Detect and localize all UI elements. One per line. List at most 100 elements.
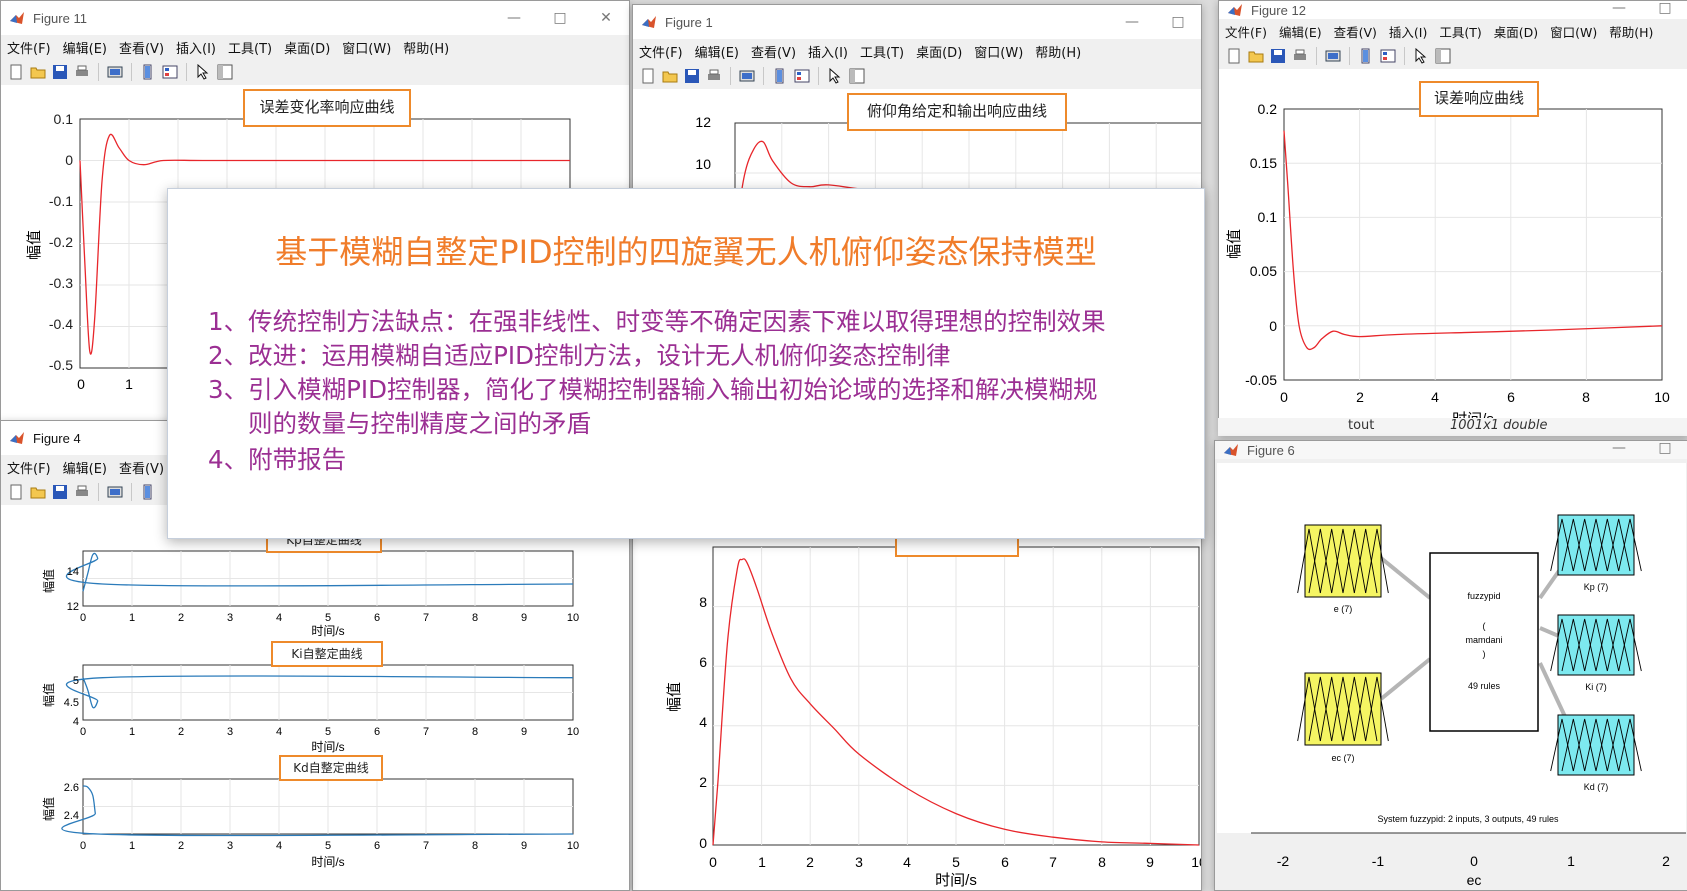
property-editor-icon[interactable] xyxy=(849,68,865,84)
menu-edit[interactable]: 编辑(E) xyxy=(1273,22,1328,41)
menu-desktop[interactable]: 桌面(D) xyxy=(278,38,336,57)
xtick-label: 7 xyxy=(1049,854,1057,870)
link-plot-icon[interactable] xyxy=(107,484,123,500)
menu-help[interactable]: 帮助(H) xyxy=(397,38,455,57)
xtick-label: 0 xyxy=(80,726,86,738)
link-plot-icon[interactable] xyxy=(1325,48,1341,64)
mf-box xyxy=(1557,514,1635,576)
system-summary: System fuzzypid: 2 inputs, 3 outputs, 49… xyxy=(1377,814,1559,824)
colorbar-icon[interactable] xyxy=(1358,48,1374,64)
title-bar[interactable]: Figure 11 — □ ✕ xyxy=(1,1,629,35)
fis-system-block[interactable]: fuzzypid ( mamdani ) 49 rules xyxy=(1429,552,1539,732)
menu-view[interactable]: 查看(V) xyxy=(745,42,802,61)
new-figure-icon[interactable] xyxy=(640,68,656,84)
figure-12-window[interactable]: Figure 12 — □ 文件(F) 编辑(E) 查看(V) 插入(I) 工具(… xyxy=(1218,0,1687,436)
mf-box xyxy=(1557,614,1635,676)
link-plot-icon[interactable] xyxy=(739,68,755,84)
system-paren-close: ) xyxy=(1483,649,1486,659)
title-bar[interactable]: Figure 12 — □ xyxy=(1219,1,1687,19)
ytick-label: 12 xyxy=(67,601,79,613)
menu-view[interactable]: 查看(V) xyxy=(113,38,170,57)
menu-insert[interactable]: 插入(I) xyxy=(170,38,222,57)
toolbar-separator xyxy=(1404,47,1405,65)
pointer-icon[interactable] xyxy=(827,68,843,84)
menu-desktop[interactable]: 桌面(D) xyxy=(910,42,968,61)
menu-file[interactable]: 文件(F) xyxy=(633,42,689,61)
figure-6-window[interactable]: Figure 6 — □ e (7) ec (7) fuzzypid (mam… xyxy=(1214,440,1687,891)
ytick-label: -0.05 xyxy=(1245,372,1277,388)
xtick-label: 10 xyxy=(567,726,579,738)
print-icon[interactable] xyxy=(74,484,90,500)
legend-icon[interactable] xyxy=(794,68,810,84)
property-editor-icon[interactable] xyxy=(217,64,233,80)
open-file-icon[interactable] xyxy=(1248,48,1264,64)
colorbar-icon[interactable] xyxy=(140,64,156,80)
maximize-icon[interactable]: □ xyxy=(1642,1,1687,19)
new-figure-icon[interactable] xyxy=(1226,48,1242,64)
property-editor-icon[interactable] xyxy=(1435,48,1451,64)
menu-insert[interactable]: 插入(I) xyxy=(1383,22,1433,41)
xtick-label: 4 xyxy=(276,726,282,738)
matlab-logo-icon xyxy=(10,12,24,24)
title-bar[interactable]: Figure 6 — □ xyxy=(1215,441,1687,459)
open-file-icon[interactable] xyxy=(662,68,678,84)
link-plot-icon[interactable] xyxy=(107,64,123,80)
ytick-label: 0 xyxy=(699,835,707,851)
legend-icon[interactable] xyxy=(1380,48,1396,64)
menu-edit[interactable]: 编辑(E) xyxy=(57,458,113,477)
menu-tools[interactable]: 工具(T) xyxy=(1433,22,1487,41)
menu-window[interactable]: 窗口(W) xyxy=(968,42,1029,61)
new-figure-icon[interactable] xyxy=(8,64,24,80)
toolbar-separator xyxy=(1349,47,1350,65)
menu-insert[interactable]: 插入(I) xyxy=(802,42,854,61)
menu-view[interactable]: 查看(V) xyxy=(1328,22,1383,41)
maximize-icon[interactable]: □ xyxy=(537,1,583,35)
maximize-icon[interactable]: □ xyxy=(1642,441,1687,459)
menu-file[interactable]: 文件(F) xyxy=(1,38,57,57)
x-axis-label: ec xyxy=(1467,872,1482,888)
open-file-icon[interactable] xyxy=(30,64,46,80)
pointer-icon[interactable] xyxy=(1413,48,1429,64)
menu-edit[interactable]: 编辑(E) xyxy=(57,38,113,57)
ytick-label: 14 xyxy=(67,566,79,578)
title-bar[interactable]: Figure 1 — □ xyxy=(633,5,1201,39)
menu-view[interactable]: 查看(V) xyxy=(113,458,170,477)
print-icon[interactable] xyxy=(1292,48,1308,64)
new-figure-icon[interactable] xyxy=(8,484,24,500)
menu-file[interactable]: 文件(F) xyxy=(1,458,57,477)
xtick-label: 1 xyxy=(1567,853,1575,869)
menu-window[interactable]: 窗口(W) xyxy=(1544,22,1603,41)
minimize-icon[interactable]: — xyxy=(1596,441,1642,459)
save-icon[interactable] xyxy=(52,64,68,80)
print-icon[interactable] xyxy=(74,64,90,80)
xtick-label: 2 xyxy=(178,726,184,738)
maximize-icon[interactable]: □ xyxy=(1155,5,1201,39)
fis-diagram: e (7) ec (7) fuzzypid ( mamdani ) 49 rul… xyxy=(1217,463,1686,888)
minimize-icon[interactable]: — xyxy=(491,1,537,35)
menu-edit[interactable]: 编辑(E) xyxy=(689,42,745,61)
xtick-label: 8 xyxy=(472,726,478,738)
print-icon[interactable] xyxy=(706,68,722,84)
y-axis-label: 幅值 xyxy=(666,682,683,712)
plot-area: 14 12 幅值 0 1 2 3 4 5 6 7 8 9 10 时间/s 5 4… xyxy=(41,550,579,869)
menu-file[interactable]: 文件(F) xyxy=(1219,22,1273,41)
pointer-icon[interactable] xyxy=(195,64,211,80)
close-icon[interactable]: ✕ xyxy=(583,1,629,35)
menu-window[interactable]: 窗口(W) xyxy=(336,38,397,57)
menu-tools[interactable]: 工具(T) xyxy=(222,38,278,57)
menu-help[interactable]: 帮助(H) xyxy=(1603,22,1659,41)
ytick-label: 4 xyxy=(73,716,79,728)
save-icon[interactable] xyxy=(684,68,700,84)
menu-help[interactable]: 帮助(H) xyxy=(1029,42,1087,61)
colorbar-icon[interactable] xyxy=(772,68,788,84)
menu-tools[interactable]: 工具(T) xyxy=(854,42,910,61)
colorbar-icon[interactable] xyxy=(140,484,156,500)
menu-desktop[interactable]: 桌面(D) xyxy=(1488,22,1544,41)
minimize-icon[interactable]: — xyxy=(1596,1,1642,19)
minimize-icon[interactable]: — xyxy=(1109,5,1155,39)
legend-icon[interactable] xyxy=(162,64,178,80)
save-icon[interactable] xyxy=(1270,48,1286,64)
toolbar-separator xyxy=(98,483,99,501)
open-file-icon[interactable] xyxy=(30,484,46,500)
save-icon[interactable] xyxy=(52,484,68,500)
